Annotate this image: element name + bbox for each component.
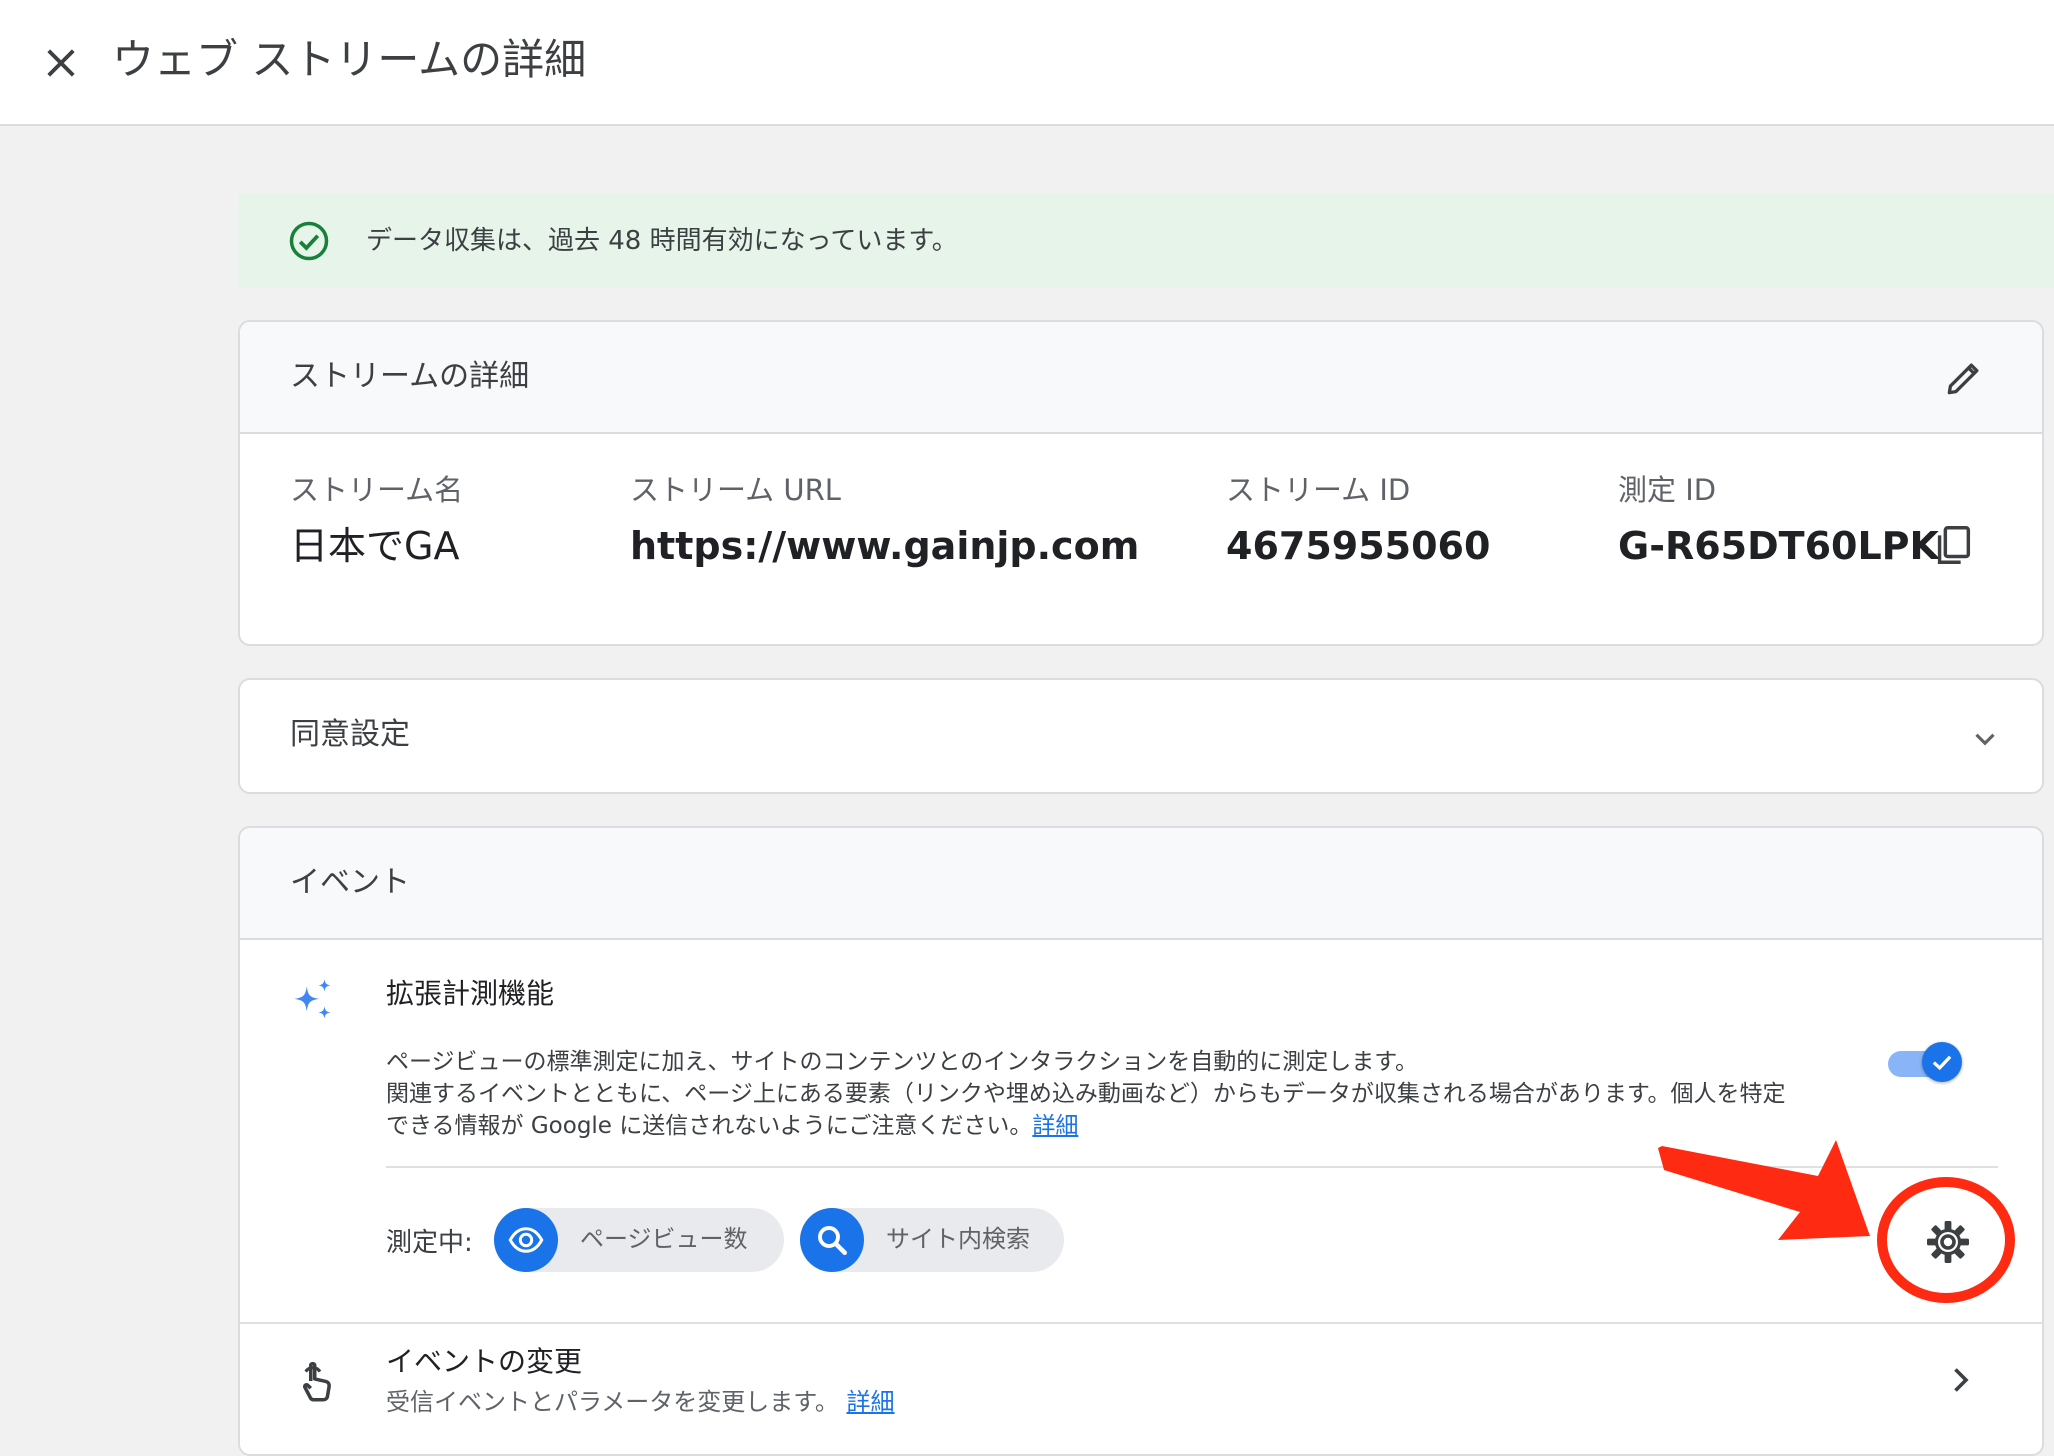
enhanced-measurement-title: 拡張計測機能 — [386, 977, 555, 1010]
chevron-down-icon[interactable] — [1968, 722, 2002, 756]
gear-icon[interactable] — [1924, 1218, 1972, 1266]
divider — [240, 1322, 2042, 1324]
measurement-id-label: 測定 ID — [1618, 473, 1717, 507]
banner-text: データ収集は、過去 48 時間有効になっています。 — [366, 226, 958, 256]
search-icon — [818, 1226, 847, 1255]
stream-url-value: https://www.gainjp.com — [630, 524, 1140, 568]
stream-name-label: ストリーム名 — [290, 473, 464, 507]
modify-events-description: 受信イベントとパラメータを変更します。 詳細 — [386, 1384, 895, 1420]
close-icon[interactable] — [40, 42, 82, 84]
chip-label: サイト内検索 — [886, 1225, 1030, 1253]
status-banner: データ収集は、過去 48 時間有効になっています。 — [238, 194, 2054, 288]
chip-label: ページビュー数 — [580, 1225, 748, 1253]
stream-details-card: ストリームの詳細 ストリーム名 日本でGA ストリーム URL https://… — [238, 320, 2044, 646]
modify-events-description-text: 受信イベントとパラメータを変更します。 — [386, 1388, 839, 1416]
chip-site-search[interactable]: サイト内検索 — [800, 1208, 1064, 1272]
page-title: ウェブ ストリームの詳細 — [112, 35, 587, 84]
check-circle-icon — [289, 221, 329, 261]
stream-url-label: ストリーム URL — [630, 473, 841, 507]
edit-icon[interactable] — [1942, 356, 1986, 400]
events-title: イベント — [290, 865, 410, 900]
events-card: イベント 拡張計測機能 ページビューの標準測定に加え、サイトのコンテンツとのイン… — [238, 826, 2044, 1456]
chip-icon-container — [494, 1208, 558, 1272]
chip-icon-container — [800, 1208, 864, 1272]
top-bar: ウェブ ストリームの詳細 — [0, 0, 2054, 126]
modify-events-title: イベントの変更 — [386, 1345, 583, 1378]
copy-icon[interactable] — [1930, 522, 1976, 568]
stream-name-value: 日本でGA — [290, 524, 460, 568]
chevron-right-icon[interactable] — [1942, 1362, 1978, 1398]
events-header: イベント — [240, 828, 2042, 940]
eye-icon — [508, 1227, 544, 1253]
divider — [386, 1166, 1998, 1168]
measurement-id-value: G-R65DT60LPK — [1618, 524, 1939, 568]
stream-id-value: 4675955060 — [1226, 524, 1491, 568]
touch-icon — [302, 1361, 331, 1402]
stream-id-label: ストリーム ID — [1226, 473, 1411, 507]
consent-settings-title: 同意設定 — [290, 717, 410, 752]
enhanced-measurement-description: ページビューの標準測定に加え、サイトのコンテンツとのインタラクションを自動的に測… — [386, 1046, 1926, 1142]
check-icon — [1932, 1055, 1952, 1071]
measuring-label: 測定中: — [386, 1228, 473, 1258]
enhanced-measurement-description-text: ページビューの標準測定に加え、サイトのコンテンツとのインタラクションを自動的に測… — [386, 1049, 1786, 1139]
sparkle-icon — [294, 979, 331, 1019]
consent-settings-card[interactable]: 同意設定 — [238, 678, 2044, 794]
modify-events-learn-more-link[interactable]: 詳細 — [847, 1388, 895, 1416]
stream-details-title: ストリームの詳細 — [290, 359, 530, 394]
stream-details-header: ストリームの詳細 — [240, 322, 2042, 434]
toggle-thumb — [1922, 1042, 1962, 1082]
enhanced-measurement-toggle[interactable] — [1884, 1042, 1962, 1084]
chip-page-views[interactable]: ページビュー数 — [494, 1208, 784, 1272]
learn-more-link[interactable]: 詳細 — [1032, 1113, 1078, 1139]
